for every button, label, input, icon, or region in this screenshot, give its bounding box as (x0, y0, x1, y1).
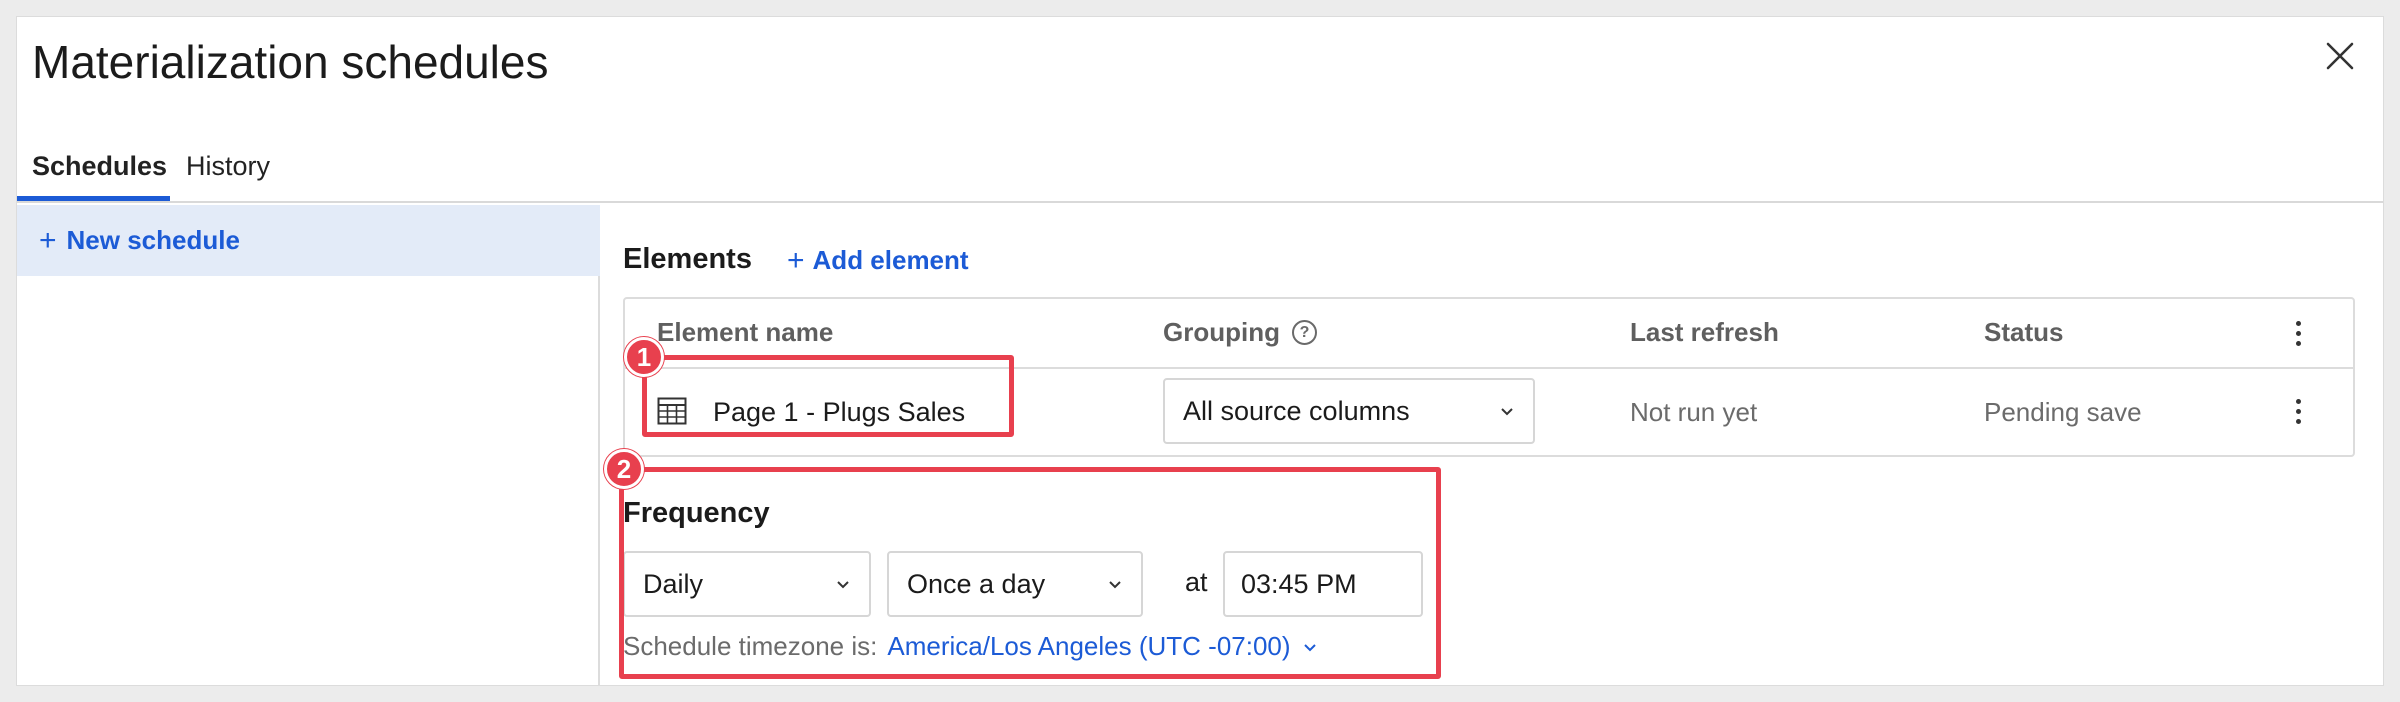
timezone-dropdown[interactable]: America/Los Angeles (UTC -07:00) (887, 631, 1316, 662)
timezone-label: Schedule timezone is: (623, 631, 878, 661)
table-header: Element name Grouping ? Last refresh Sta… (625, 299, 2353, 369)
tab-bar: Schedules History (17, 137, 2383, 203)
elements-table: Element name Grouping ? Last refresh Sta… (623, 297, 2355, 457)
close-icon (2326, 42, 2354, 70)
time-input[interactable] (1223, 551, 1423, 617)
chevron-down-icon (1109, 581, 1121, 589)
last-refresh-value: Not run yet (1630, 397, 1758, 427)
callout-badge-2: 2 (604, 449, 644, 489)
close-button[interactable] (2319, 35, 2361, 77)
table-row: Page 1 - Plugs Sales All source columns … (625, 369, 2353, 457)
help-icon[interactable]: ? (1291, 320, 1317, 345)
frequency-period-select[interactable]: Daily (623, 551, 871, 617)
schedule-detail-panel: Elements + Add element Element name Grou… (602, 205, 2383, 685)
tab-history[interactable]: History (186, 151, 270, 182)
chevron-down-icon (1303, 643, 1316, 651)
frequency-heading: Frequency (623, 497, 770, 529)
callout-badge-1: 1 (624, 337, 664, 377)
chevron-down-icon (1501, 408, 1513, 416)
status-value: Pending save (1984, 397, 2142, 427)
timezone-row: Schedule timezone is: America/Los Angele… (623, 631, 1317, 662)
add-element-button[interactable]: + Add element (787, 245, 969, 276)
column-header-element-name: Element name (657, 317, 834, 347)
active-tab-indicator (17, 196, 170, 201)
tab-schedules[interactable]: Schedules (32, 151, 167, 182)
frequency-repeat-select[interactable]: Once a day (887, 551, 1143, 617)
plus-icon: + (39, 223, 57, 257)
column-header-grouping: Grouping ? (1163, 317, 1317, 348)
plus-icon: + (787, 243, 805, 277)
header-more-options-icon[interactable] (2283, 313, 2313, 353)
new-schedule-label: New schedule (66, 225, 240, 255)
grouping-select[interactable]: All source columns (1163, 378, 1535, 444)
table-icon (657, 397, 687, 425)
elements-heading: Elements (623, 243, 752, 275)
materialization-dialog: Materialization schedules Schedules Hist… (16, 16, 2384, 686)
new-schedule-button[interactable]: + New schedule (17, 205, 600, 276)
row-more-options-icon[interactable] (2283, 391, 2313, 431)
chevron-down-icon (837, 581, 849, 589)
column-header-last-refresh: Last refresh (1630, 317, 1779, 347)
add-element-label: Add element (812, 245, 969, 275)
element-name: Page 1 - Plugs Sales (713, 397, 966, 427)
column-header-status: Status (1984, 317, 2064, 347)
schedule-sidebar: + New schedule (17, 205, 600, 685)
at-label: at (1185, 567, 1208, 597)
dialog-title: Materialization schedules (32, 36, 549, 88)
